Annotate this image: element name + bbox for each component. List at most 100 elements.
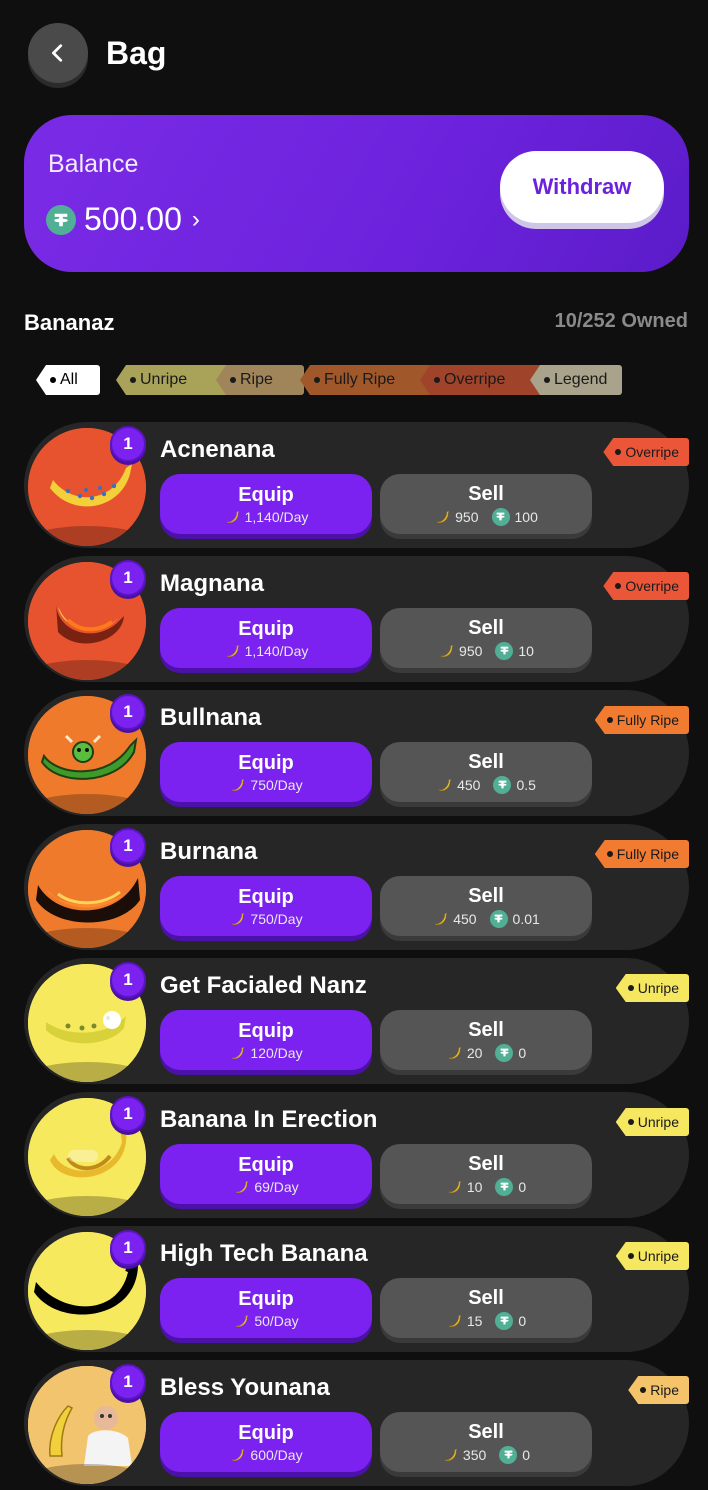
sell-banana-value: 20 xyxy=(466,1044,483,1061)
sell-label: Sell xyxy=(468,482,504,505)
sell-usdt-value: 0.5 xyxy=(516,776,536,793)
balance-card: Balance 500.00 › Withdraw xyxy=(24,115,689,272)
banana-icon xyxy=(432,911,448,927)
filter-chip-label: Unripe xyxy=(140,371,188,388)
back-button[interactable] xyxy=(28,23,88,83)
tier-tag: Fully Ripe xyxy=(594,840,689,868)
banana-name: Acnenana xyxy=(160,436,275,463)
banana-card[interactable]: 1 High Tech Banana Unripe Equip 50/Day Sell 15… xyxy=(24,1226,689,1352)
tether-icon xyxy=(46,204,76,235)
tether-icon xyxy=(493,775,512,794)
banana-card[interactable]: 1 Get Facialed Nanz Unripe Equip 120/Day Sell… xyxy=(24,958,689,1084)
sell-usdt-value: 10 xyxy=(518,642,534,659)
sell-price: 20 0 xyxy=(446,1043,527,1062)
dot-icon xyxy=(615,583,622,589)
tether-icon xyxy=(489,909,508,928)
dot-icon xyxy=(434,377,440,383)
sell-banana-value: 950 xyxy=(459,642,483,659)
sell-banana-value: 450 xyxy=(453,910,477,927)
sell-button[interactable]: Sell 950 100 xyxy=(380,474,592,534)
quantity-badge: 1 xyxy=(110,694,146,730)
quantity-badge: 1 xyxy=(110,828,146,864)
dot-icon xyxy=(606,851,613,857)
tether-icon xyxy=(495,1311,514,1330)
equip-button[interactable]: Equip 750/Day xyxy=(160,742,372,802)
tier-tag: Overripe xyxy=(603,438,689,466)
sell-button[interactable]: Sell 450 0.5 xyxy=(380,742,592,802)
sell-button[interactable]: Sell 20 0 xyxy=(380,1010,592,1070)
sell-price: 10 0 xyxy=(446,1177,526,1196)
quantity-badge: 1 xyxy=(110,1096,146,1132)
sell-price: 450 0.01 xyxy=(432,909,540,928)
earn-rate: 600/Day xyxy=(229,1447,303,1463)
dot-icon xyxy=(606,717,613,723)
chevron-right-icon: › xyxy=(191,205,200,233)
banana-icon xyxy=(442,1447,458,1463)
balance-label: Balance xyxy=(48,150,139,178)
filter-chip-all[interactable]: All xyxy=(36,365,100,395)
sell-label: Sell xyxy=(468,1286,504,1309)
equip-label: Equip xyxy=(238,1287,294,1310)
equip-button[interactable]: Equip 750/Day xyxy=(160,876,372,936)
banana-card[interactable]: 1 Bless Younana Ripe Equip 600/Day Sell 350 0 xyxy=(24,1360,689,1486)
banana-icon xyxy=(434,509,450,525)
banana-name: Bless Younana xyxy=(160,1374,330,1401)
tier-label: Unripe xyxy=(637,1114,679,1130)
equip-button[interactable]: Equip 600/Day xyxy=(160,1412,372,1472)
sell-label: Sell xyxy=(468,1420,504,1443)
banana-card[interactable]: 1 Burnana Fully Ripe Equip 750/Day Sell 450 0.0… xyxy=(24,824,689,950)
sell-banana-value: 950 xyxy=(455,508,479,525)
earn-rate-value: 69/Day xyxy=(254,1178,299,1195)
balance-value-row[interactable]: 500.00 › xyxy=(46,201,200,238)
sell-label: Sell xyxy=(468,1018,504,1041)
sell-button[interactable]: Sell 10 0 xyxy=(380,1144,592,1204)
sell-button[interactable]: Sell 450 0.01 xyxy=(380,876,592,936)
tier-tag: Overripe xyxy=(603,572,689,600)
filter-chip-ripe[interactable]: Ripe xyxy=(216,365,304,395)
banana-card[interactable]: 1 Banana In Erection Unripe Equip 69/Day Sell… xyxy=(24,1092,689,1218)
equip-button[interactable]: Equip 1,140/Day xyxy=(160,474,372,534)
chevron-left-icon xyxy=(52,44,63,62)
tether-icon xyxy=(495,1043,514,1062)
tether-icon xyxy=(499,1445,518,1464)
sell-button[interactable]: Sell 15 0 xyxy=(380,1278,592,1338)
sell-label: Sell xyxy=(468,750,504,773)
earn-rate-value: 1,140/Day xyxy=(244,642,309,659)
sell-banana-value: 350 xyxy=(462,1446,487,1463)
sell-button[interactable]: Sell 350 0 xyxy=(380,1412,592,1472)
banana-icon xyxy=(446,1045,462,1061)
sell-label: Sell xyxy=(468,616,504,639)
equip-button[interactable]: Equip 50/Day xyxy=(160,1278,372,1338)
withdraw-button[interactable]: Withdraw xyxy=(500,151,664,223)
banana-card[interactable]: 1 Magnana Overripe Equip 1,140/Day Sell 950 10 xyxy=(24,556,689,682)
dot-icon xyxy=(314,377,320,383)
page-title: Bag xyxy=(106,34,167,71)
filter-chip-label: Fully Ripe xyxy=(324,371,396,388)
tier-label: Overripe xyxy=(625,444,679,460)
equip-label: Equip xyxy=(238,751,294,774)
banana-icon xyxy=(229,911,245,927)
tether-icon xyxy=(491,507,510,526)
sell-price: 450 0.5 xyxy=(436,775,536,794)
sell-usdt-value: 0 xyxy=(518,1312,527,1329)
earn-rate-value: 750/Day xyxy=(250,776,303,793)
earn-rate: 750/Day xyxy=(229,911,303,927)
equip-button[interactable]: Equip 1,140/Day xyxy=(160,608,372,668)
equip-button[interactable]: Equip 69/Day xyxy=(160,1144,372,1204)
banana-icon xyxy=(224,643,240,659)
filter-chip-legend[interactable]: Legend xyxy=(530,365,622,395)
tier-label: Unripe xyxy=(637,980,679,996)
dot-icon xyxy=(640,1387,647,1393)
banana-card[interactable]: 1 Acnenana Overripe Equip 1,140/Day Sell 950 10… xyxy=(24,422,689,548)
quantity-badge: 1 xyxy=(110,426,146,462)
sell-usdt-value: 0 xyxy=(518,1044,527,1061)
banana-icon xyxy=(446,1179,462,1195)
tier-label: Ripe xyxy=(650,1382,679,1398)
banana-card[interactable]: 1 Bullnana Fully Ripe Equip 750/Day Sell 450 0.… xyxy=(24,690,689,816)
equip-button[interactable]: Equip 120/Day xyxy=(160,1010,372,1070)
earn-rate: 1,140/Day xyxy=(224,642,309,659)
banana-name: Bullnana xyxy=(160,704,262,731)
quantity-badge: 1 xyxy=(110,1364,146,1400)
sell-label: Sell xyxy=(468,884,504,907)
sell-button[interactable]: Sell 950 10 xyxy=(380,608,592,668)
